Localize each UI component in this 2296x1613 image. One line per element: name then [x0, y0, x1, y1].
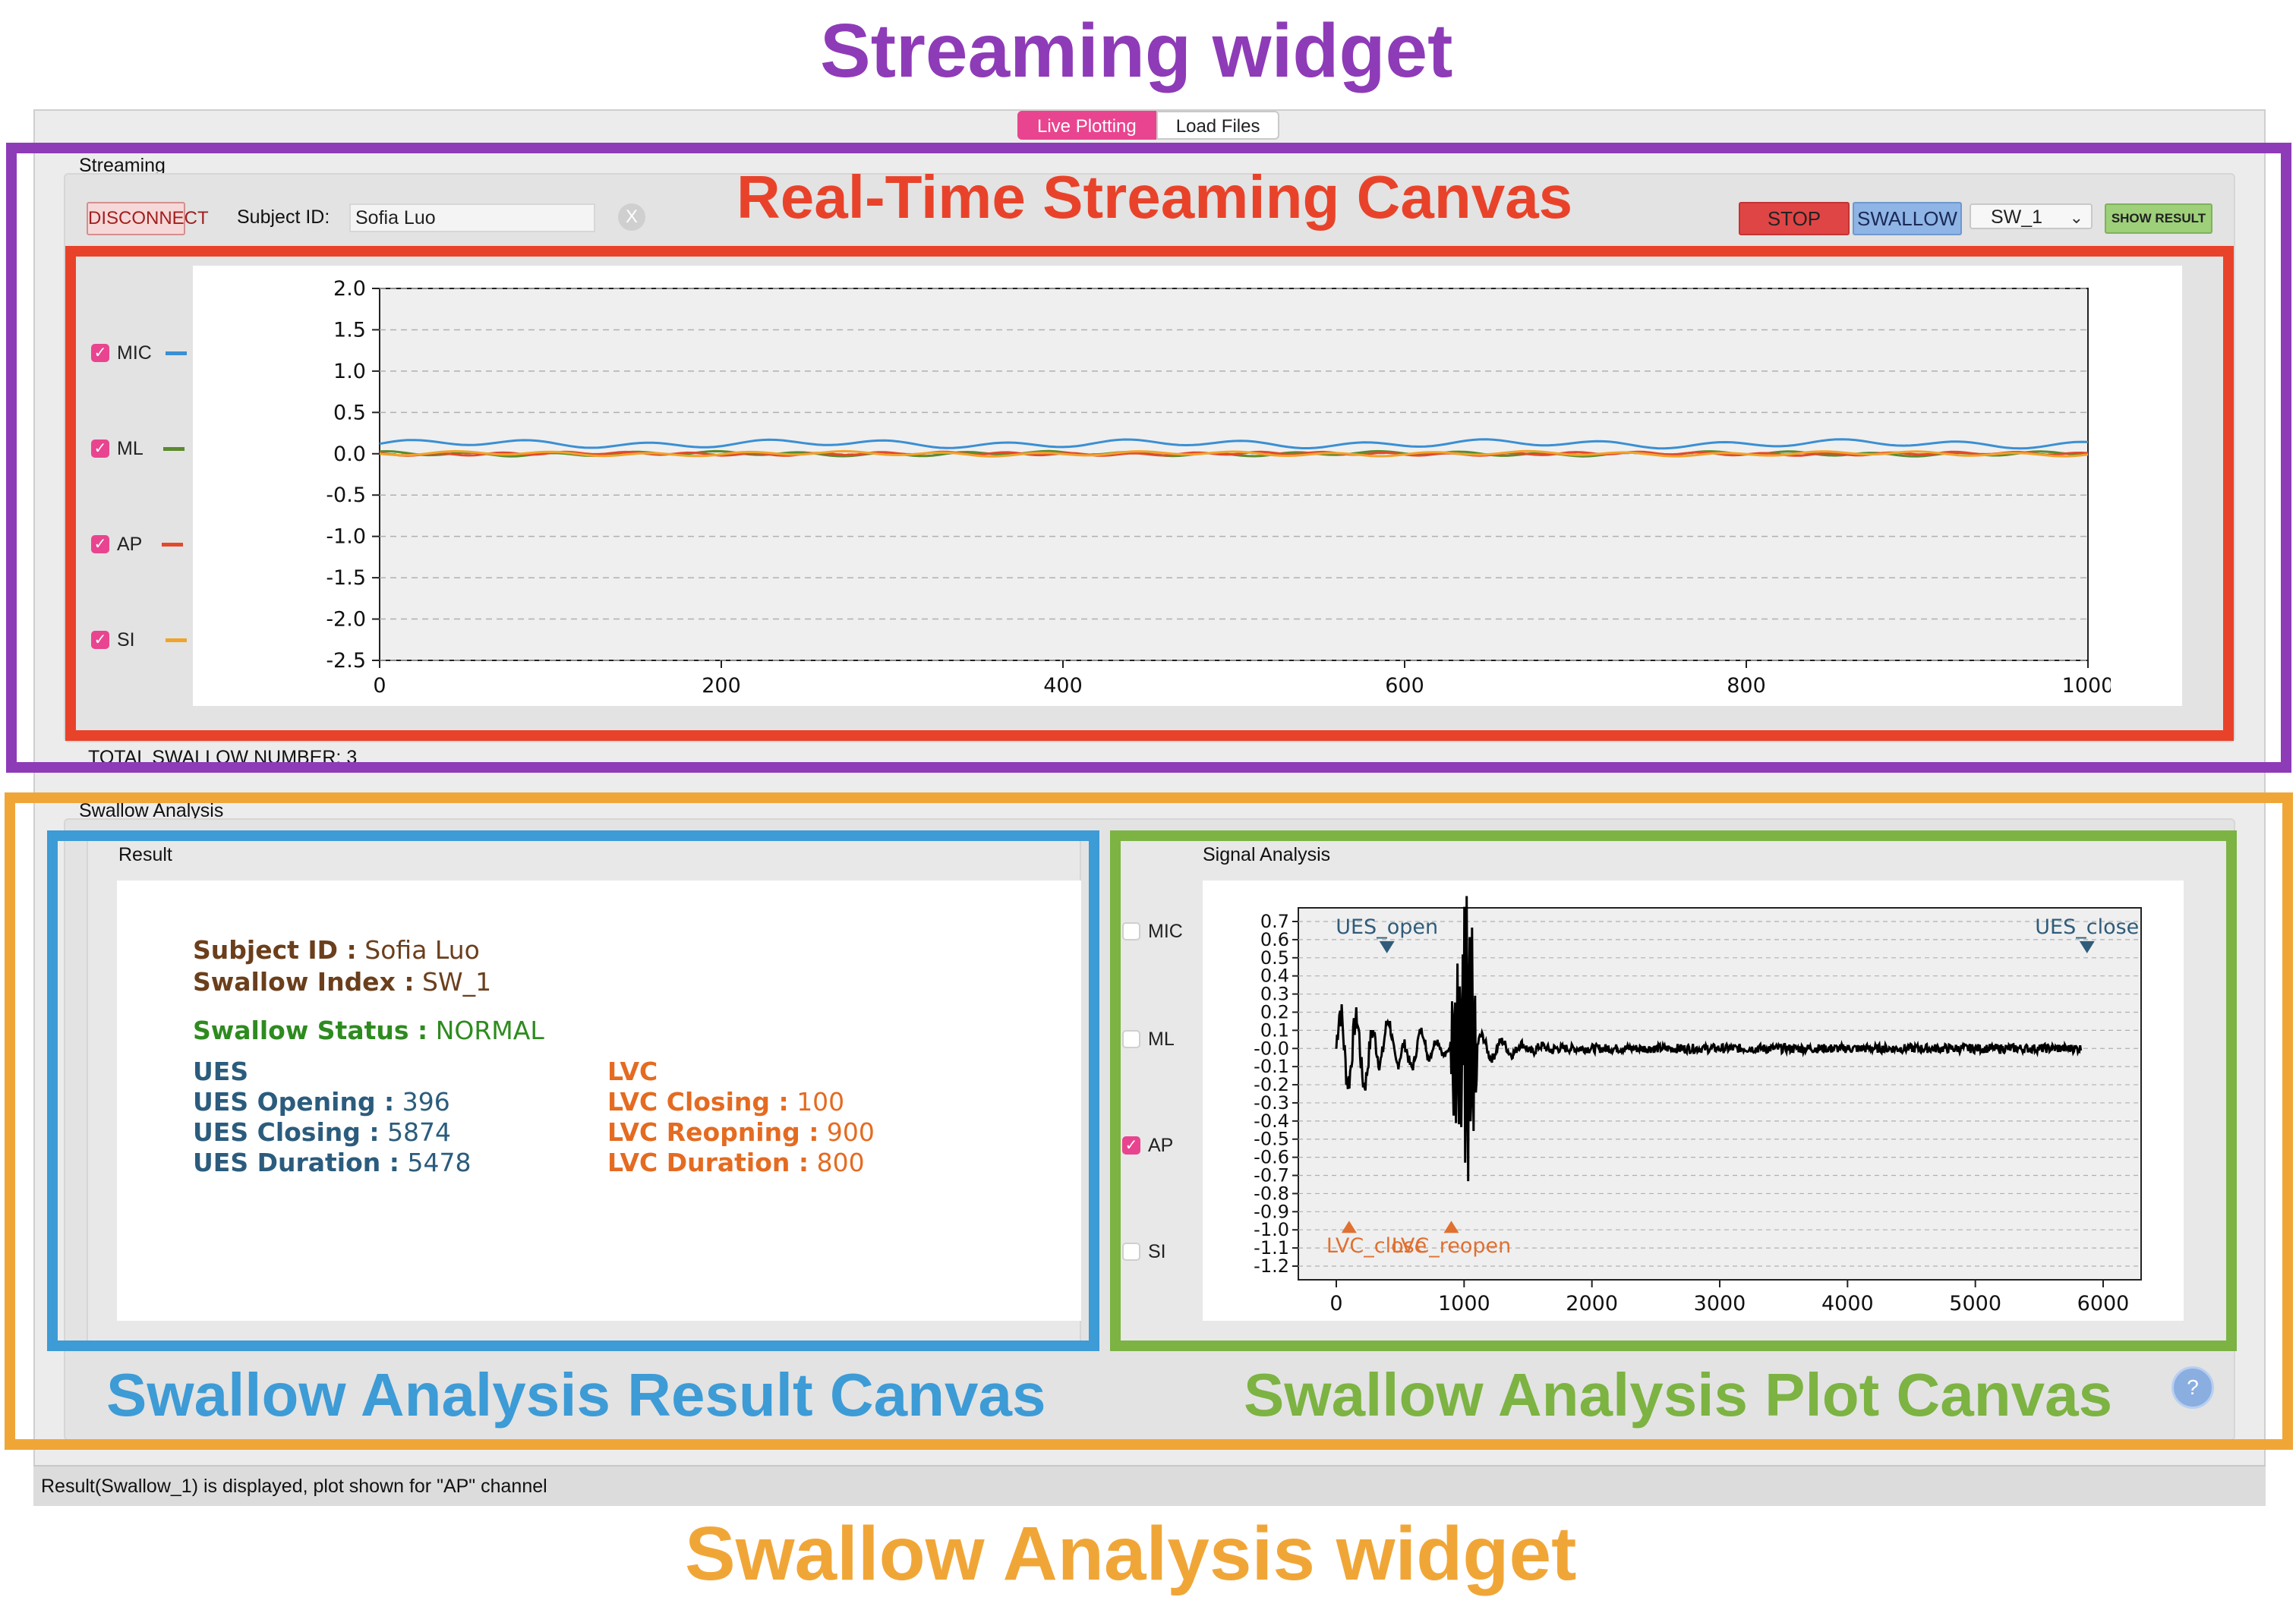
tab-bar: Live Plotting Load Files: [1017, 111, 1280, 140]
status-bar: Result(Swallow_1) is displayed, plot sho…: [33, 1465, 2266, 1506]
analysis-widget-title: Swallow Analysis widget: [685, 1511, 1577, 1596]
tab-load-files[interactable]: Load Files: [1156, 111, 1280, 140]
result-canvas-frame: [47, 830, 1099, 1351]
status-bar-text: Result(Swallow_1) is displayed, plot sho…: [41, 1476, 547, 1497]
plot-canvas-frame: [1110, 830, 2237, 1351]
tab-live-plotting[interactable]: Live Plotting: [1017, 111, 1156, 140]
streaming-widget-title: Streaming widget: [820, 8, 1453, 93]
realtime-canvas-frame: [65, 246, 2234, 741]
